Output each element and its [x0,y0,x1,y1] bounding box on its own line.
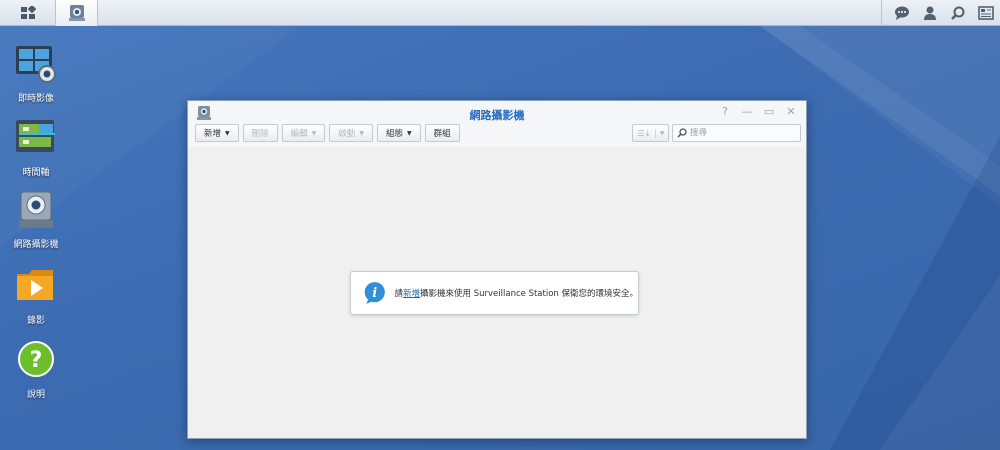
camera-icon [68,4,85,21]
sort-button[interactable]: ☰↓ ▼ [632,124,669,142]
notice-suffix: 攝影機來使用 Surveillance Station 保衛您的環境安全。 [420,289,638,299]
chevron-down-icon: ▼ [225,129,230,137]
add-button-label: 新增 [204,129,222,139]
search-icon [677,128,687,138]
desktop-icon-label: 時間軸 [22,168,50,178]
group-button-label: 群組 [433,129,451,139]
enable-button-label: 啟動 [338,129,356,139]
search-box[interactable] [672,124,801,142]
desktop-icon-label: 錄影 [26,316,45,326]
taskbar-right [881,0,1000,26]
empty-notice: i 請新增攝影機來使用 Surveillance Station 保衛您的環境安… [350,271,639,315]
main-menu-button[interactable] [0,0,56,26]
user-icon [924,6,936,20]
grid-icon [20,5,36,19]
close-button[interactable]: ✕ [784,105,798,119]
svg-text:?: ? [30,348,43,373]
chat-icon [895,6,909,20]
live-view-icon [16,46,56,83]
sort-list-icon: ☰↓ [633,128,657,138]
search-input[interactable] [690,128,795,138]
recording-icon [17,270,53,300]
toolbar: 新增 ▼ 刪除 編輯 ▼ 啟動 ▼ 組態 ▼ 群組 [195,124,460,142]
enable-button[interactable]: 啟動 ▼ [329,124,373,142]
taskbar [0,0,1000,26]
delete-button[interactable]: 刪除 [242,124,278,142]
search-button[interactable] [944,0,972,26]
minimize-button[interactable]: — [740,105,754,119]
delete-button-label: 刪除 [251,129,269,139]
edit-button-label: 編輯 [290,129,308,139]
window-header[interactable]: 網路攝影機 ? — ▭ ✕ 新增 ▼ 刪除 編輯 ▼ 啟動 ▼ 組態 ▼ 群組 … [188,101,806,147]
edit-button[interactable]: 編輯 ▼ [281,124,326,142]
group-button[interactable]: 群組 [424,124,460,142]
chevron-down-icon: ▼ [659,129,665,137]
svg-text:i: i [372,285,377,300]
help-button[interactable]: ? [718,105,732,119]
ip-camera-icon [19,191,53,228]
widgets-button[interactable] [972,0,1000,26]
chevron-down-icon: ▼ [359,129,364,137]
window-title: 網路攝影機 [469,109,525,122]
desktop-icon-label: 說明 [26,390,45,400]
desktop-icon-help[interactable]: ? 說明 [0,340,72,400]
add-camera-link[interactable]: 新增 [403,289,420,299]
chevron-down-icon: ▼ [406,129,412,137]
user-button[interactable] [916,0,944,26]
window-body: i 請新增攝影機來使用 Surveillance Station 保衛您的環境安… [188,147,806,438]
timeline-icon [16,120,55,152]
add-button[interactable]: 新增 ▼ [195,124,239,142]
chevron-down-icon: ▼ [311,129,317,137]
desktop-icon-recording[interactable]: 錄影 [0,266,72,326]
notice-prefix: 請 [394,289,404,299]
taskbar-app-surveillance[interactable] [56,0,98,26]
info-icon: i [364,282,385,304]
window-controls: ? — ▭ ✕ [718,105,798,119]
app-window: 網路攝影機 ? — ▭ ✕ 新增 ▼ 刪除 編輯 ▼ 啟動 ▼ 組態 ▼ 群組 … [187,100,807,439]
desktop-icon-ip-camera[interactable]: 網路攝影機 [0,190,72,250]
configure-button[interactable]: 組態 ▼ [376,124,421,142]
desktop-icon-timeline[interactable]: 時間軸 [0,118,72,178]
configure-button-label: 組態 [385,129,403,139]
help-icon: ? [18,341,54,377]
desktop-icon-live-view[interactable]: 即時影像 [0,44,72,104]
notifications-button[interactable] [888,0,916,26]
widgets-icon [978,6,994,20]
maximize-button[interactable]: ▭ [762,105,776,119]
desktop-icon-label: 即時影像 [17,94,54,104]
desktop-icon-label: 網路攝影機 [13,240,59,250]
notice-message: 請新增攝影機來使用 Surveillance Station 保衛您的環境安全。 [395,287,638,299]
search-icon [951,6,965,20]
